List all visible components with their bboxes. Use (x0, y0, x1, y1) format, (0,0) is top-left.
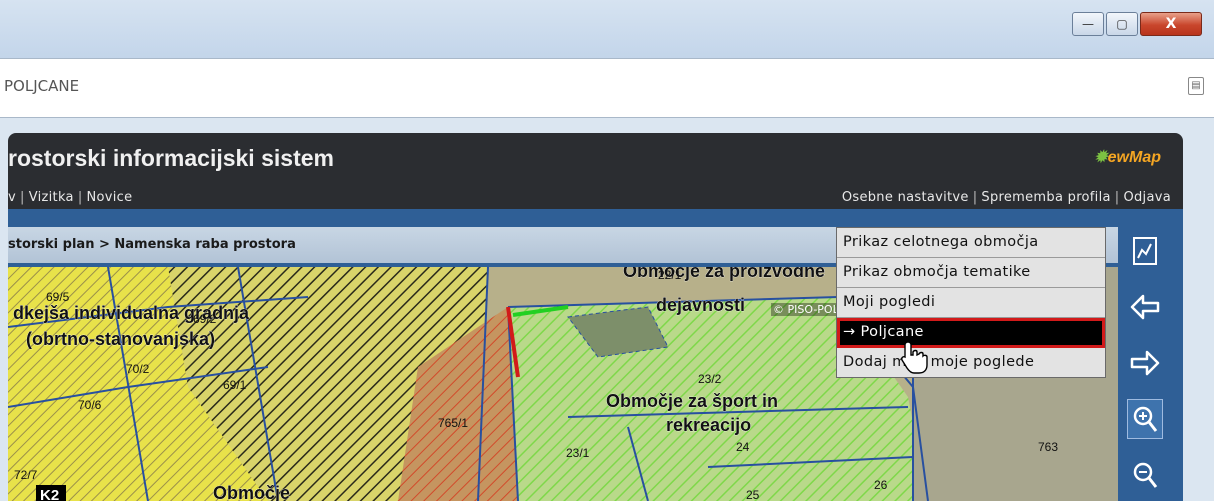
app-title: rostorski informacijski sistem (8, 145, 334, 171)
parcel-label: 23/1 (566, 446, 590, 460)
nav-link-sprememba-profila[interactable]: Sprememba profila (981, 190, 1110, 205)
copyright-watermark: © PISO-POL (771, 303, 841, 316)
nav-link-odjava[interactable]: Odjava (1123, 190, 1171, 205)
parcel-label: 69/5 (46, 290, 70, 304)
hand-cursor-icon (901, 341, 928, 374)
zoom-out-icon (1133, 462, 1158, 488)
view-menu: Prikaz celotnega območja Prikaz območja … (836, 227, 1106, 378)
compatibility-view-icon[interactable]: ▤ (1188, 77, 1204, 95)
label-zone-sport-2: rekreacijo (666, 415, 751, 435)
nav-link-osebne-nastavitve[interactable]: Osebne nastavitve (842, 190, 969, 205)
parcel-label: 70/2 (126, 362, 150, 376)
newmap-logo: ✹ewMap (1094, 147, 1161, 167)
parcel-label: 23/2 (698, 372, 722, 386)
top-nav-left: v | Vizitka | Novice (8, 190, 132, 205)
parcel-label: 22/1 (658, 268, 682, 282)
parcel-label: 72/7 (14, 468, 38, 482)
logo-mark-icon: ✹ (1094, 149, 1108, 166)
address-bar[interactable]: POLJCANE ▤ (0, 58, 1214, 118)
nav-link-novice[interactable]: Novice (87, 190, 133, 205)
label-zone-sport: Območje za šport in (606, 391, 778, 411)
nav-link-vizitka[interactable]: Vizitka (29, 190, 74, 205)
label-zone-other: Območje (213, 483, 290, 501)
label-zone-industry-2: dejavnosti (656, 295, 745, 315)
map-extent-icon (1133, 237, 1157, 265)
label-zone-housing-2: (obrtno-stanovanjska) (26, 329, 215, 349)
map-toolbar (1120, 231, 1170, 501)
logo-text: ewMap (1107, 149, 1161, 166)
nav-separator: | (972, 190, 978, 205)
menu-item-theme-area[interactable]: Prikaz območja tematike (837, 258, 1105, 288)
maximize-button[interactable]: ▢ (1106, 12, 1138, 36)
nav-separator: | (77, 190, 83, 205)
parcel-label: 24 (736, 440, 750, 454)
nav-link-0[interactable]: v (8, 190, 16, 205)
parcel-label: 69/2 (193, 312, 217, 326)
nav-separator: | (20, 190, 25, 205)
arrow-right-icon (1130, 350, 1160, 376)
minimize-button[interactable]: — (1072, 12, 1104, 36)
nav-separator: | (1114, 190, 1120, 205)
label-zone-industry: Območje za proizvodne (623, 267, 825, 281)
window-title-bar: — ▢ X (0, 0, 1214, 58)
window-controls: — ▢ X (1070, 12, 1202, 36)
zoom-out-button[interactable] (1127, 455, 1163, 495)
back-button[interactable] (1127, 287, 1163, 327)
parcel-label: 765/1 (438, 416, 468, 430)
full-extent-button[interactable] (1127, 231, 1163, 271)
parcel-label: 25 (746, 488, 760, 501)
forward-button[interactable] (1127, 343, 1163, 383)
menu-item-my-views[interactable]: Moji pogledi (837, 288, 1105, 318)
parcel-label: 70/6 (78, 398, 102, 412)
address-text[interactable]: POLJCANE (4, 77, 79, 95)
parcel-label: 763 (1038, 440, 1058, 454)
top-nav-right: Osebne nastavitve | Sprememba profila | Odja… (842, 190, 1171, 205)
zoom-in-button[interactable] (1127, 399, 1163, 439)
zoom-in-icon (1133, 406, 1158, 432)
menu-item-full-area[interactable]: Prikaz celotnega območja (837, 228, 1105, 258)
menu-item-poljcane[interactable]: → Poljcane (837, 318, 1105, 348)
menu-item-add-to-my-views[interactable]: Dodaj med moje poglede (837, 348, 1105, 377)
label-k2: K2 (40, 487, 59, 501)
close-button[interactable]: X (1140, 12, 1202, 36)
arrow-left-icon (1130, 294, 1160, 320)
breadcrumb: storski plan > Namenska raba prostora (8, 237, 296, 252)
parcel-label: 69/1 (223, 378, 247, 392)
parcel-label: 26 (874, 478, 888, 492)
